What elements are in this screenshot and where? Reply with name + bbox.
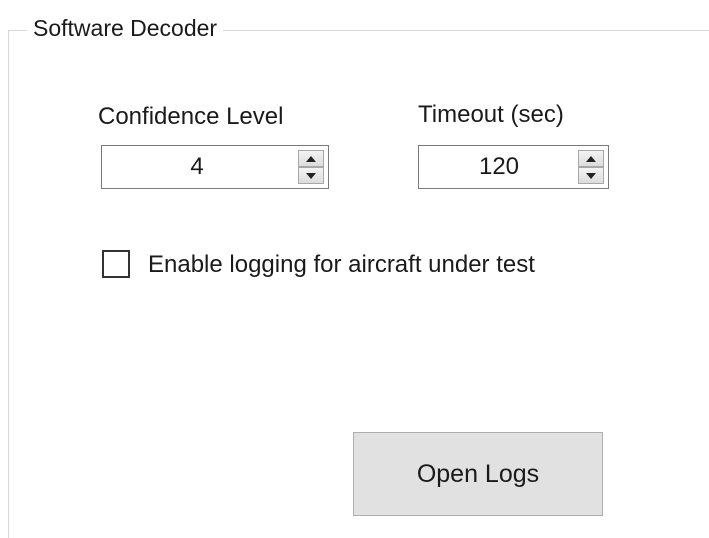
software-decoder-panel: Software Decoder Confidence Level 4 Time… — [0, 0, 709, 538]
chevron-up-icon — [586, 155, 596, 162]
confidence-level-label: Confidence Level — [98, 103, 284, 130]
enable-logging-checkbox[interactable] — [102, 250, 130, 278]
chevron-down-icon — [586, 172, 596, 179]
confidence-level-increment-button[interactable] — [298, 150, 324, 167]
confidence-level-spin-buttons — [298, 150, 324, 184]
chevron-down-icon — [306, 172, 316, 179]
confidence-level-decrement-button[interactable] — [298, 167, 324, 184]
timeout-decrement-button[interactable] — [578, 167, 604, 184]
enable-logging-label[interactable]: Enable logging for aircraft under test — [148, 250, 535, 280]
group-box-title: Software Decoder — [27, 14, 224, 42]
confidence-level-value[interactable]: 4 — [102, 146, 292, 188]
chevron-up-icon — [306, 155, 316, 162]
timeout-spin-buttons — [578, 150, 604, 184]
timeout-value[interactable]: 120 — [419, 146, 579, 188]
timeout-stepper[interactable]: 120 — [418, 145, 609, 189]
open-logs-button[interactable]: Open Logs — [353, 432, 603, 516]
timeout-increment-button[interactable] — [578, 150, 604, 167]
timeout-label: Timeout (sec) — [418, 101, 564, 128]
confidence-level-stepper[interactable]: 4 — [101, 145, 329, 189]
